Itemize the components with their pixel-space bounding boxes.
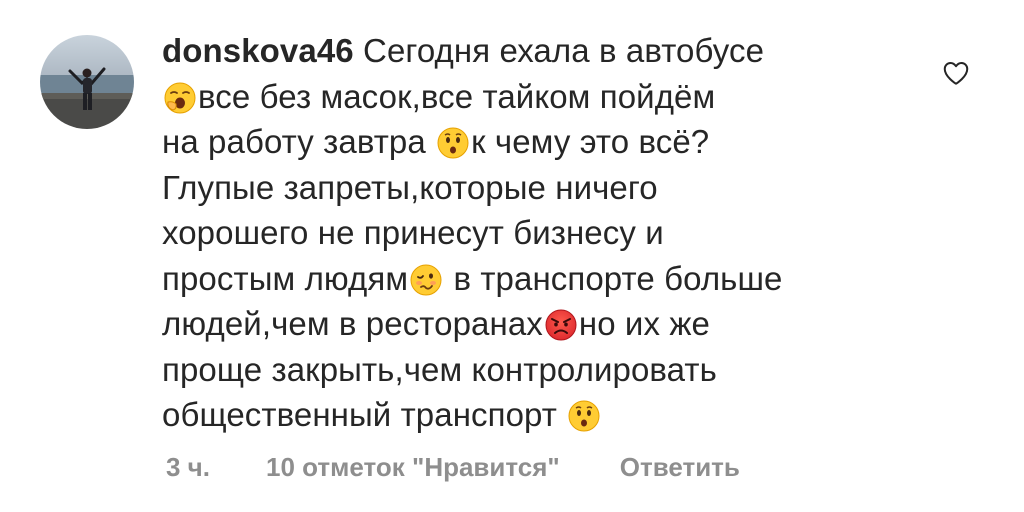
avatar-photo [40, 35, 134, 129]
comment-line-4: Глупые запреты,которые ничего [162, 165, 862, 211]
comment-line-5: хорошего не принесут бизнесу и [162, 210, 862, 256]
comment-line-7: людей,чем в ресторанах но их же [162, 301, 862, 347]
comment: donskova46 Сегодня ехала в автобусе все … [0, 0, 1024, 512]
comment-text-segment: Глупые запреты,которые ничего [162, 168, 658, 206]
avatar[interactable] [40, 35, 134, 129]
username-link[interactable]: donskova46 [162, 32, 354, 69]
hushed-face-emoji [437, 127, 469, 159]
like-button[interactable] [941, 58, 971, 88]
comment-timestamp: 3 ч. [166, 452, 211, 482]
comment-text-segment: на работу завтра [162, 123, 436, 160]
comment-line-6: простым людям в транспорте больше [162, 256, 862, 302]
comment-text-segment: людей,чем в ресторанах [162, 305, 543, 342]
comment-text-segment: проще закрыть,чем контролировать [162, 350, 717, 388]
comment-text-segment: в транспорте больше [444, 259, 783, 297]
comment-line-3: на работу завтра к чему это всё? [162, 119, 862, 165]
woozy-face-emoji [410, 264, 442, 296]
comment-text-segment: общественный транспорт [162, 396, 567, 433]
comment-line-8: проще закрыть,чем контролировать [162, 347, 862, 393]
yawning-face-emoji [164, 82, 196, 114]
comment-line-2: все без масок,все тайком пойдём [162, 74, 862, 120]
comment-text: donskova46 Сегодня ехала в автобусе все … [162, 28, 862, 438]
comment-text-segment: хорошего не принесут бизнесу и [162, 214, 664, 251]
likes-count-link[interactable]: 10 отметок "Нравится" [266, 452, 560, 483]
angry-face-emoji [545, 309, 577, 341]
comment-text-segment: к чему это всё? [471, 123, 710, 160]
comment-line-9: общественный транспорт [162, 392, 862, 438]
hushed-face-emoji [568, 400, 600, 432]
reply-button[interactable]: Ответить [620, 452, 740, 483]
comment-text-segment: Сегодня ехала в автобусе [363, 32, 765, 69]
heart-outline-icon [943, 62, 969, 85]
comment-text-segment: но их же [578, 305, 710, 342]
comment-text-segment: все без масок,все тайком пойдём [198, 77, 716, 115]
comment-meta: 3 ч. 10 отметок "Нравится" Ответить [166, 452, 740, 483]
comment-text-segment: простым людям [162, 259, 409, 297]
comment-line-1: donskova46 Сегодня ехала в автобусе [162, 28, 862, 74]
